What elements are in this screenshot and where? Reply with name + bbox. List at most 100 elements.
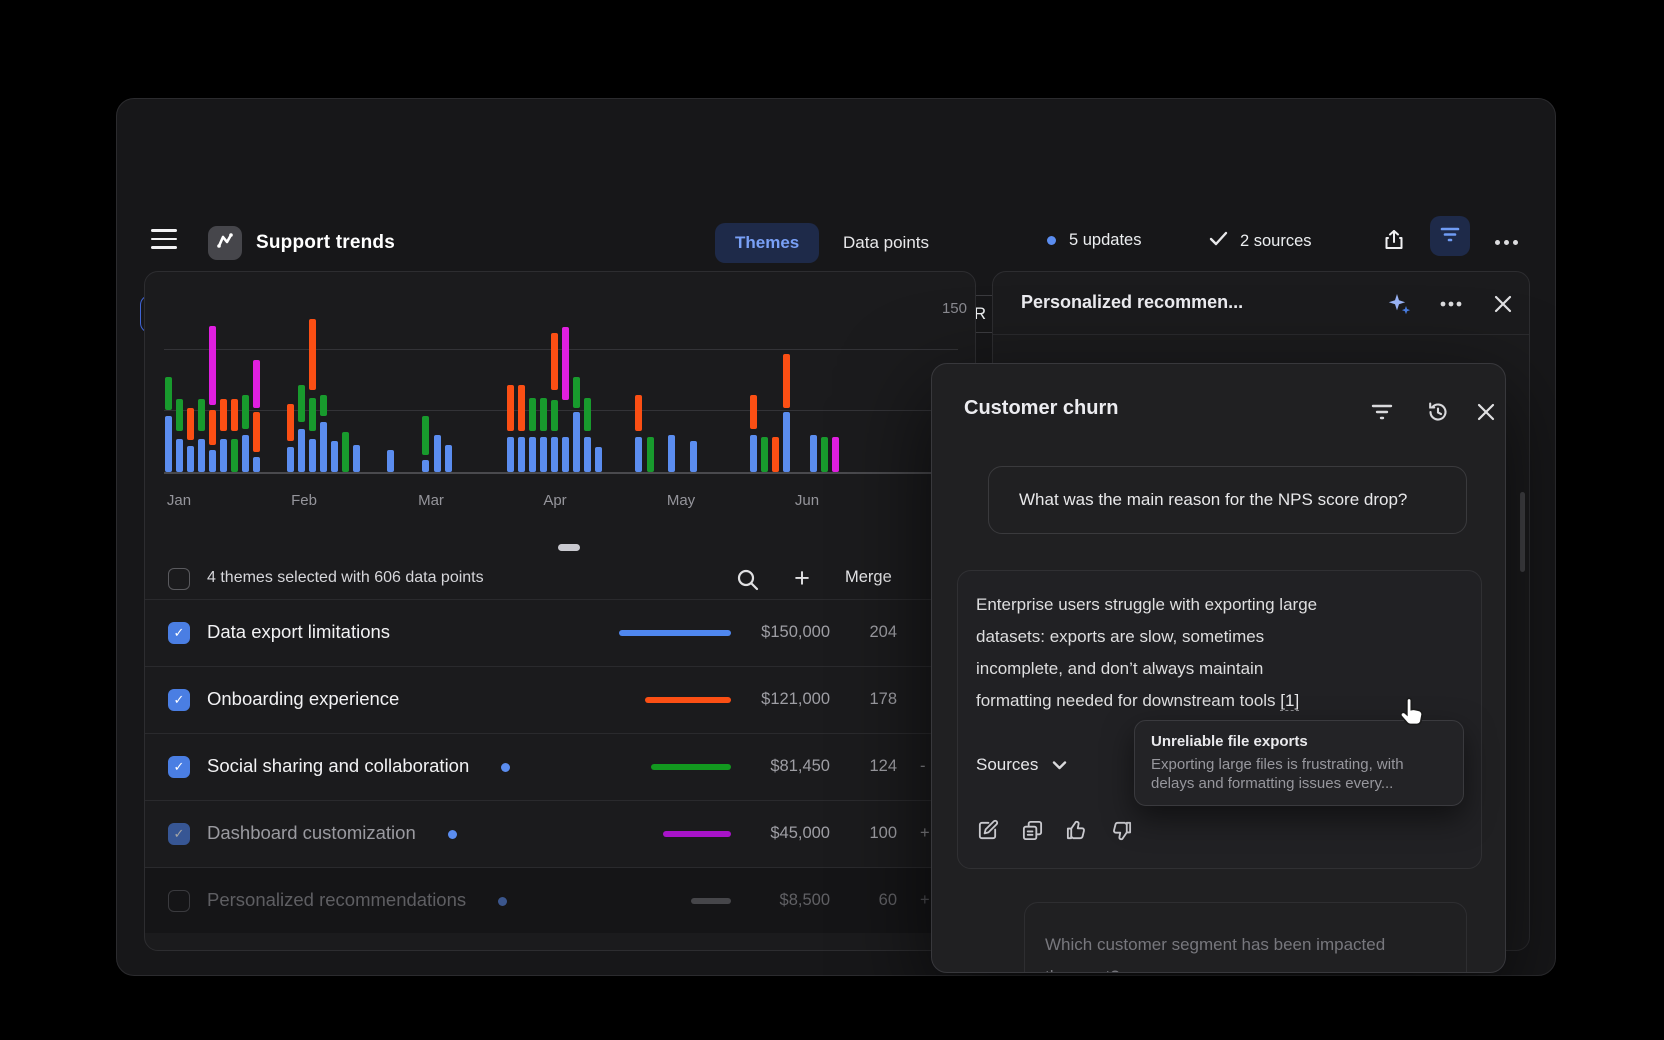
panel-scrollbar[interactable] [1520, 492, 1525, 572]
tab-data-points[interactable]: Data points [823, 223, 949, 263]
panel-more-options-icon[interactable] [1437, 290, 1465, 318]
search-themes-button[interactable] [735, 567, 761, 593]
bar-segment-social [342, 432, 349, 472]
theme-color-line [663, 831, 731, 837]
user-question-text: What was the main reason for the NPS sco… [1019, 490, 1407, 510]
user-question-bubble: What was the main reason for the NPS sco… [988, 466, 1467, 534]
bar-segment-dashboard [562, 327, 569, 400]
trend-logo-icon [215, 231, 235, 256]
bar-segment-data [551, 437, 558, 472]
theme-trend-clipped: - [920, 757, 926, 776]
month-label-may: May [667, 492, 695, 509]
bar-segment-social [231, 439, 238, 472]
citation-link-1[interactable]: [1] [1280, 691, 1299, 711]
bar-segment-onboarding [187, 408, 194, 440]
bar-segment-data [635, 437, 642, 472]
sources-chip[interactable]: 2 sources [1209, 231, 1312, 251]
bar-segment-social [584, 398, 591, 431]
merge-button[interactable]: Merge [845, 568, 892, 587]
share-icon [1382, 228, 1406, 257]
bar-segment-data [187, 446, 194, 472]
month-label-jun: Jun [795, 492, 819, 509]
theme-title: Dashboard customization [207, 822, 416, 844]
copy-icon[interactable] [1021, 819, 1045, 843]
app-frame: Support trends Themes Data points 5 upda… [116, 98, 1556, 976]
theme-count: 100 [869, 824, 897, 843]
theme-arr-value: $150,000 [761, 623, 830, 642]
share-button[interactable] [1379, 227, 1409, 257]
answer-line-text: formatting needed for downstream tools [976, 691, 1276, 710]
bar-segment-data [209, 450, 216, 472]
bar-segment-data [573, 412, 580, 472]
bar-segment-data [353, 445, 360, 472]
theme-arr-value: $45,000 [770, 824, 830, 843]
bar-segment-data [422, 460, 429, 472]
tooltip-body-line: Exporting large files is frustrating, wi… [1151, 756, 1447, 773]
bar-segment-data [198, 439, 205, 472]
bar-segment-data [309, 439, 316, 472]
thumbs-up-icon[interactable] [1065, 819, 1089, 843]
theme-row-dashboard-customization[interactable]: ✓ Dashboard customization $45,000 100 + [145, 800, 975, 866]
hamburger-menu-icon[interactable] [151, 229, 177, 249]
theme-row-personalized-recommendations[interactable]: Personalized recommendations $8,500 60 + [145, 867, 975, 933]
bar-segment-dashboard [832, 437, 839, 472]
answer-line-with-citation: formatting needed for downstream tools [… [976, 691, 1299, 711]
themes-chart-card: 150 JanFebMarAprMayJun 4 themes selected… [144, 271, 976, 951]
theme-row-onboarding[interactable]: ✓ Onboarding experience $121,000 178 [145, 666, 975, 732]
bar-segment-data [668, 435, 675, 472]
modal-title: Customer churn [964, 397, 1118, 420]
history-icon[interactable] [1424, 398, 1452, 426]
bar-segment-social [320, 395, 327, 416]
modal-filter-icon[interactable] [1368, 398, 1396, 426]
filter-button-active[interactable] [1430, 216, 1470, 256]
more-options-button[interactable] [1489, 227, 1523, 257]
bar-segment-data [584, 437, 591, 472]
tab-themes[interactable]: Themes [715, 223, 819, 263]
panel-close-icon[interactable] [1489, 290, 1517, 318]
bar-segment-social [573, 377, 580, 408]
check-icon [1209, 231, 1228, 251]
update-dot-icon [498, 897, 507, 906]
modal-close-icon[interactable] [1472, 398, 1500, 426]
filter-icon [1439, 225, 1461, 248]
add-theme-button[interactable]: + [789, 563, 815, 593]
gridline-50 [164, 410, 958, 411]
updates-chip[interactable]: 5 updates [1047, 231, 1141, 250]
chevron-down-icon [1052, 755, 1067, 775]
next-question-line: the most? [1045, 961, 1446, 973]
update-dot-icon [448, 830, 457, 839]
theme-row-social-sharing[interactable]: ✓ Social sharing and collaboration $81,4… [145, 733, 975, 799]
row-checkbox[interactable]: ✓ [168, 622, 190, 644]
bar-segment-data [165, 416, 172, 472]
row-checkbox[interactable] [168, 890, 190, 912]
row-checkbox[interactable]: ✓ [168, 823, 190, 845]
bar-segment-data [518, 437, 525, 472]
theme-trend-clipped: + [920, 824, 930, 843]
bar-segment-data [810, 435, 817, 472]
row-checkbox[interactable]: ✓ [168, 756, 190, 778]
theme-count: 60 [879, 891, 897, 910]
select-all-checkbox[interactable] [168, 568, 190, 590]
bar-segment-social [529, 398, 536, 431]
theme-row-data-export[interactable]: ✓ Data export limitations $150,000 204 [145, 599, 975, 665]
sources-label: Sources [976, 755, 1038, 775]
edit-response-icon[interactable] [976, 819, 1000, 843]
bar-segment-data [690, 441, 697, 472]
bar-segment-onboarding [750, 395, 757, 428]
answer-line: Enterprise users struggle with exporting… [976, 595, 1317, 615]
row-checkbox[interactable]: ✓ [168, 689, 190, 711]
theme-count: 178 [869, 690, 897, 709]
bar-segment-onboarding [309, 319, 316, 390]
bar-segment-social [165, 377, 172, 410]
bar-segment-onboarding [635, 395, 642, 431]
sparkle-ai-icon[interactable] [1385, 290, 1413, 318]
thumbs-down-icon[interactable] [1110, 819, 1134, 843]
resize-handle[interactable] [558, 544, 580, 551]
sources-dropdown[interactable]: Sources [976, 749, 1067, 781]
month-label-apr: Apr [543, 492, 566, 509]
answer-line: datasets: exports are slow, sometimes [976, 627, 1264, 647]
bar-segment-social [298, 385, 305, 422]
next-question-bubble[interactable]: Which customer segment has been impacted… [1024, 902, 1467, 973]
bar-segment-data [434, 435, 441, 472]
bar-segment-social [647, 437, 654, 472]
